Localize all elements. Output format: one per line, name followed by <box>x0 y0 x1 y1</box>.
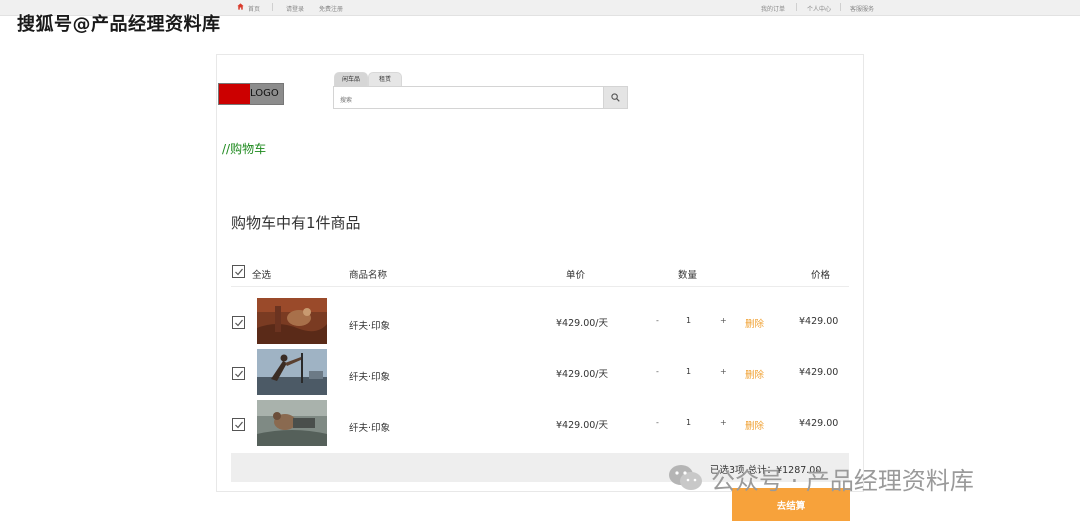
logo-text: LOGO <box>250 88 279 99</box>
logo[interactable]: LOGO <box>218 83 284 105</box>
personal-center-link[interactable]: 个人中心 <box>807 4 831 13</box>
item-checkbox[interactable] <box>232 316 245 329</box>
header-price: 价格 <box>811 270 831 281</box>
product-name[interactable]: 纤夫·印象 <box>349 318 390 332</box>
watermark-top: 搜狐号@产品经理资料库 <box>17 14 221 35</box>
check-icon <box>235 370 243 378</box>
decrease-quantity-button[interactable]: - <box>656 316 659 325</box>
select-all-label: 全选 <box>252 270 272 281</box>
watermark-bottom-text: 公众号 · 产品经理资料库 <box>711 466 974 495</box>
unit-price: ¥429.00/天 <box>556 420 608 431</box>
increase-quantity-button[interactable]: + <box>720 418 727 427</box>
header-quantity: 数量 <box>678 270 698 281</box>
divider <box>272 3 273 11</box>
divider <box>796 3 797 11</box>
check-icon <box>235 421 243 429</box>
product-name[interactable]: 纤夫·印象 <box>349 369 390 383</box>
decrease-quantity-button[interactable]: - <box>656 418 659 427</box>
delete-button[interactable]: 删除 <box>745 316 764 330</box>
product-thumbnail[interactable] <box>257 298 327 344</box>
item-checkbox[interactable] <box>232 367 245 380</box>
item-price: ¥429.00 <box>799 418 839 429</box>
increase-quantity-button[interactable]: + <box>720 367 727 376</box>
unit-price: ¥429.00/天 <box>556 318 608 329</box>
home-icon[interactable] <box>237 3 244 10</box>
product-thumbnail[interactable] <box>257 400 327 446</box>
check-icon <box>235 319 243 327</box>
increase-quantity-button[interactable]: + <box>720 316 727 325</box>
quantity-value[interactable]: 1 <box>686 367 691 376</box>
breadcrumb: //购物车 <box>222 142 267 156</box>
header-unit-price: 单价 <box>566 270 586 281</box>
quantity-value[interactable]: 1 <box>686 418 691 427</box>
customer-service-link[interactable]: 客服服务 <box>850 4 874 13</box>
divider <box>231 286 849 287</box>
search-box <box>333 86 604 111</box>
search-tab-cars[interactable]: 闲车品 <box>334 72 368 86</box>
quantity-value[interactable]: 1 <box>686 316 691 325</box>
cart-title: 购物车中有1件商品 <box>231 214 361 232</box>
check-icon <box>235 268 243 276</box>
item-checkbox[interactable] <box>232 418 245 431</box>
item-price: ¥429.00 <box>799 367 839 378</box>
select-all-checkbox[interactable] <box>232 265 245 278</box>
unit-price: ¥429.00/天 <box>556 369 608 380</box>
login-link[interactable]: 请登录 <box>286 4 304 13</box>
search-button[interactable] <box>603 86 628 109</box>
watermark-bottom: 公众号 · 产品经理资料库 <box>668 459 974 497</box>
register-link[interactable]: 免费注册 <box>319 4 343 13</box>
search-tab-rent[interactable]: 租赁 <box>368 72 402 86</box>
product-name[interactable]: 纤夫·印象 <box>349 420 390 434</box>
delete-button[interactable]: 删除 <box>745 418 764 432</box>
home-link[interactable]: 首页 <box>248 4 260 13</box>
logo-mark <box>219 84 250 104</box>
header-name: 商品名称 <box>349 270 388 281</box>
delete-button[interactable]: 删除 <box>745 367 764 381</box>
search-icon <box>611 93 620 102</box>
product-thumbnail[interactable] <box>257 349 327 395</box>
decrease-quantity-button[interactable]: - <box>656 367 659 376</box>
item-price: ¥429.00 <box>799 316 839 327</box>
divider <box>840 3 841 11</box>
my-orders-link[interactable]: 我的订单 <box>761 4 785 13</box>
wechat-icon <box>669 465 702 490</box>
search-input[interactable] <box>334 90 590 111</box>
